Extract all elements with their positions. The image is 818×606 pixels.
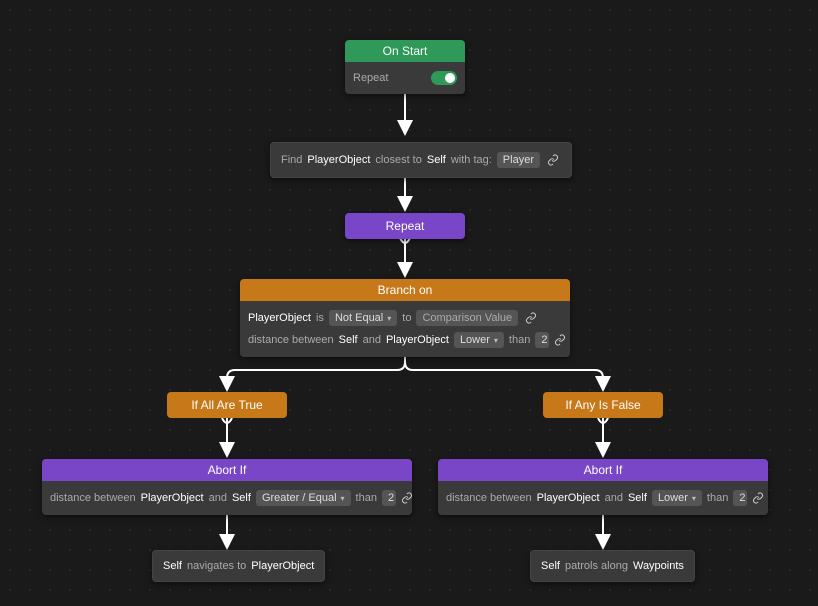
branch-header: Branch on [240,279,570,301]
abort-left-node[interactable]: Abort If distance between PlayerObject a… [42,459,412,515]
find-node[interactable]: Find PlayerObject closest to Self with t… [270,142,572,178]
player-entity: PlayerObject [141,492,204,504]
value-input[interactable]: 2 [535,332,549,348]
abort-right-header: Abort If [438,459,768,481]
player-entity: PlayerObject [386,334,449,346]
on-start-header: On Start [345,40,465,62]
self-entity: Self [339,334,358,346]
distance-label: distance between [446,492,532,504]
value-input[interactable]: 2 [733,490,747,506]
distance-label: distance between [248,334,334,346]
link-icon[interactable] [545,152,561,168]
if-false-pill[interactable]: If Any Is False [543,392,663,418]
branch-node[interactable]: Branch on PlayerObject is Not Equal to C… [240,279,570,357]
find-label: Find [281,154,302,166]
link-icon[interactable] [752,490,764,506]
self-entity: Self [427,154,446,166]
link-icon[interactable] [401,490,412,506]
nav-right-node[interactable]: Self patrols along Waypoints [530,550,695,582]
closest-label: closest to [375,154,421,166]
op-dropdown[interactable]: Greater / Equal [256,490,351,506]
find-entity: PlayerObject [307,154,370,166]
op-dropdown[interactable]: Lower [652,490,702,506]
than-label: than [356,492,377,504]
and-label: and [605,492,623,504]
comparison-input[interactable]: Comparison Value [416,310,518,326]
than-label: than [707,492,728,504]
to-label: to [402,312,411,324]
patrol-label: patrols along [565,560,628,572]
link-icon[interactable] [554,332,566,348]
repeat-header: Repeat [345,213,465,239]
on-start-node[interactable]: On Start Repeat [345,40,465,94]
nav-left-node[interactable]: Self navigates to PlayerObject [152,550,325,582]
if-true-pill[interactable]: If All Are True [167,392,287,418]
abort-left-header: Abort If [42,459,412,481]
abort-right-node[interactable]: Abort If distance between PlayerObject a… [438,459,768,515]
and-label: and [363,334,381,346]
self-entity: Self [541,560,560,572]
self-entity: Self [232,492,251,504]
self-entity: Self [628,492,647,504]
link-icon[interactable] [523,310,539,326]
branch-entity: PlayerObject [248,312,311,324]
distance-label: distance between [50,492,136,504]
with-tag-label: with tag: [451,154,492,166]
repeat-toggle[interactable] [431,71,457,85]
self-entity: Self [163,560,182,572]
value-input[interactable]: 2 [382,490,396,506]
target-entity: PlayerObject [251,560,314,572]
and-label: and [209,492,227,504]
is-label: is [316,312,324,324]
tag-input[interactable]: Player [497,152,540,168]
nav-label: navigates to [187,560,246,572]
repeat-label: Repeat [353,72,388,84]
than-label: than [509,334,530,346]
op-dropdown[interactable]: Not Equal [329,310,397,326]
op-dropdown[interactable]: Lower [454,332,504,348]
target-entity: Waypoints [633,560,684,572]
repeat-node[interactable]: Repeat [345,213,465,239]
player-entity: PlayerObject [537,492,600,504]
